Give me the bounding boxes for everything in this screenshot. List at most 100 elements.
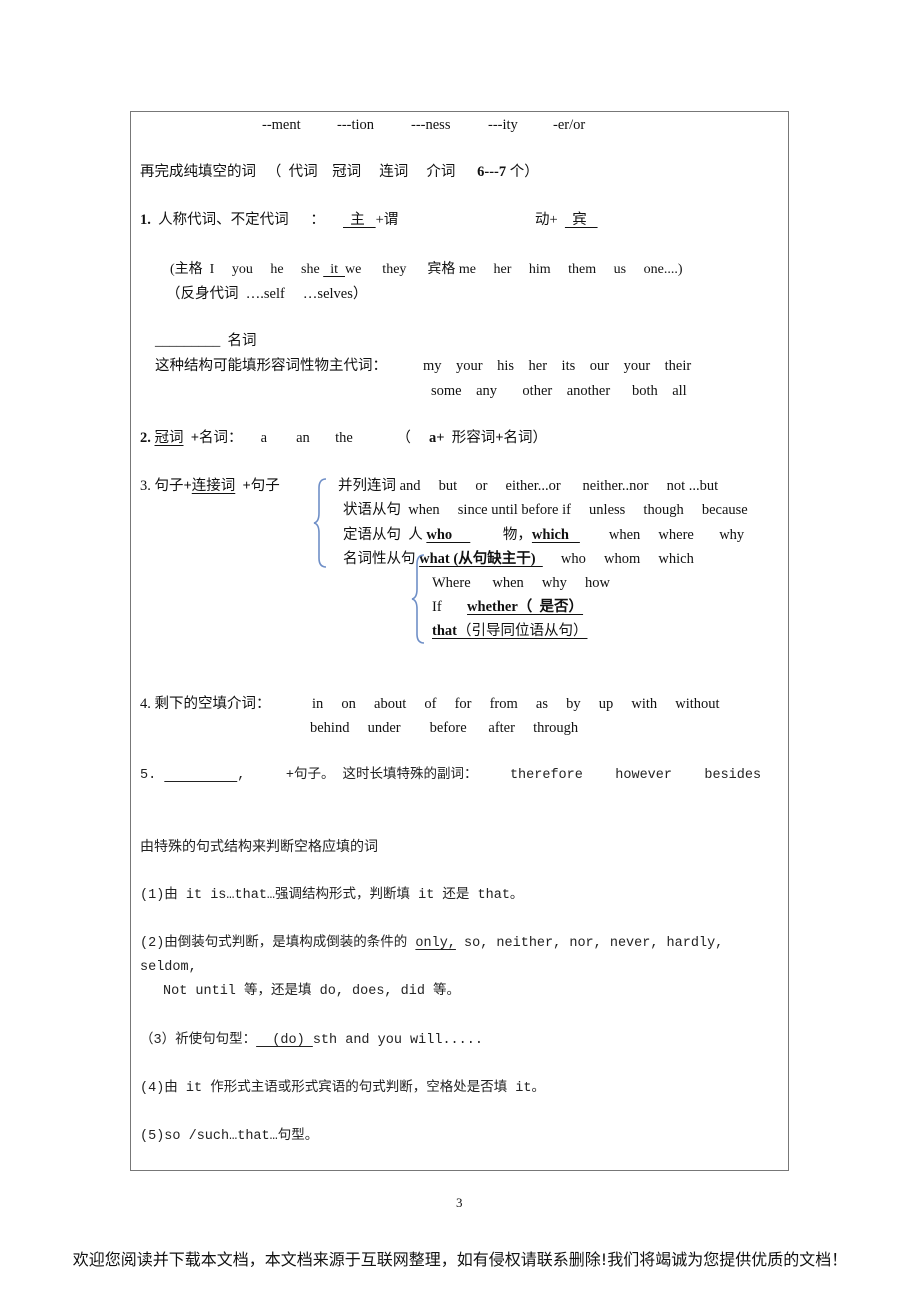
text-segment: Not until 等，还是填 do, does, did 等。 <box>163 984 461 999</box>
text-segment: it <box>323 262 345 277</box>
rule-5: (5)so /such…that…句型。 <box>140 1128 318 1146</box>
reflexive-pronouns: （反身代词 ….self …selves） <box>166 285 367 303</box>
text-segment: 状语从句 when since until before if unless t… <box>343 502 748 518</box>
text-segment: 句子 <box>250 478 280 494</box>
text-segment: (do) <box>256 1033 313 1048</box>
text-segment: , +句子。 这时长填特殊的副词： therefore however besi… <box>237 768 762 783</box>
brace-icon <box>411 554 425 644</box>
text-segment: 名词） <box>503 430 548 446</box>
text-segment: only, <box>415 936 456 951</box>
text-segment: +谓 <box>375 212 399 228</box>
text-segment: we they 宾格 me her him them us one....) <box>344 262 683 277</box>
text-segment: + <box>495 430 504 446</box>
text-segment: a+ <box>428 430 445 446</box>
text-segment: whether（ 是否） <box>467 599 584 615</box>
possessive-list: my your his her its our your their <box>423 357 691 375</box>
text-segment: who whom which <box>542 551 694 567</box>
text-segment: 4. 剩下的空填介词： <box>140 696 271 712</box>
text-segment: 定语从句 人 <box>343 527 427 543</box>
text-segment: 这种结构可能填形容词性物主代词： <box>155 358 387 374</box>
text-segment: 由特殊的句式结构来判断空格应填的词 <box>140 840 378 856</box>
text-segment: _________ <box>155 333 224 349</box>
possessive-note: 这种结构可能填形容词性物主代词： <box>155 357 387 375</box>
text-segment: 名词： a an the （ <box>199 430 429 446</box>
text-segment: 名词 <box>223 333 257 349</box>
suffix-er-or: -er/or <box>553 117 586 133</box>
brace-icon <box>313 478 327 568</box>
indefinite-list: some any other another both all <box>431 382 687 400</box>
adverbial-clause: 状语从句 when since until before if unless t… <box>343 501 748 519</box>
nominal-where: Where when why how <box>432 574 610 592</box>
text-segment: behind under before after through <box>310 720 579 736</box>
text-segment: in on about of for from as by up with wi… <box>312 696 720 712</box>
text-segment: so, neither, nor, never, hardly, <box>455 936 724 951</box>
item-1-pronouns: 1. 人称代词、不定代词 ： 主 +谓 <box>140 211 398 229</box>
text-segment: what (从句缺主干) <box>419 551 543 567</box>
text-segment: sth and you will..... <box>312 1033 483 1048</box>
text-segment: + <box>190 430 200 446</box>
text-segment <box>164 768 237 783</box>
text-segment: 6---7 <box>477 164 507 180</box>
rule-2: (2)由倒装句式判断，是填构成倒装的条件的 only, so, neither,… <box>140 935 723 953</box>
item-5-adverbs: 5. , +句子。 这时长填特殊的副词： therefore however b… <box>140 767 761 785</box>
text-segment: 3. 句子 <box>140 478 184 494</box>
text-segment: 连接词 <box>191 478 236 494</box>
text-segment: (主格 I you he she <box>170 262 324 277</box>
text-segment: （引导同位语从句） <box>456 623 588 639</box>
text-segment: when where why <box>579 527 745 543</box>
coordinating-conjunctions: 并列连词 and but or either...or neither..nor… <box>338 477 718 495</box>
section-heading-special-structures: 由特殊的句式结构来判断空格应填的词 <box>140 839 378 857</box>
text-segment: 人称代词、不定代词 ： <box>150 212 343 228</box>
text-segment: (4)由 it 作形式主语或形式宾语的句式判断，空格处是否填 it。 <box>140 1081 546 1096</box>
blank-noun: _________ 名词 <box>155 332 257 350</box>
nominal-whether: If whether（ 是否） <box>432 598 583 616</box>
section-heading-pure-fill: 再完成纯填空的词 （ 代词 冠词 连词 介词 6---7 个） <box>140 163 539 181</box>
item-3-conjunctions: 3. 句子+连接词 +句子 <box>140 477 280 495</box>
text-segment: (5)so /such…that…句型。 <box>140 1129 319 1144</box>
text-segment: 冠词 <box>154 430 184 446</box>
text-segment: 再完成纯填空的词 （ 代词 冠词 连词 介词 <box>140 164 478 180</box>
text-segment: 形容词 <box>444 430 496 446</box>
rule-2-not-until: Not until 等，还是填 do, does, did 等。 <box>163 983 460 1001</box>
text-segment: 宾 <box>564 212 598 228</box>
text-segment: 1. <box>140 212 151 228</box>
text-segment <box>184 430 191 446</box>
text-segment: seldom, <box>140 960 197 975</box>
pronoun-cases: (主格 I you he she it we they 宾格 me her hi… <box>170 261 683 279</box>
text-segment: (2)由倒装句式判断，是填构成倒装的条件的 <box>140 936 416 951</box>
attributive-clause: 定语从句 人 who 物，which when where why <box>343 526 744 544</box>
text-segment: that <box>432 623 457 639</box>
text-segment: 个） <box>506 164 539 180</box>
text-segment: some any other another both all <box>431 383 687 399</box>
text-segment: (1)由 it is…that…强调结构形式，判断填 it 还是 that。 <box>140 888 524 903</box>
text-segment: 名词性从句 <box>343 551 420 567</box>
preposition-list: in on about of for from as by up with wi… <box>312 695 720 713</box>
suffix-ment: --ment <box>262 117 301 133</box>
preposition-list-2: behind under before after through <box>310 719 578 737</box>
text-segment: （3）祈使句句型： <box>140 1033 257 1048</box>
text-segment: which <box>531 527 580 543</box>
suffix-ity: ---ity <box>488 117 518 133</box>
item-1-object: 动+ 宾 <box>535 211 598 229</box>
rule-2-cont: seldom, <box>140 959 197 977</box>
text-segment: + <box>183 478 192 494</box>
text-segment <box>235 478 242 494</box>
text-segment: Where when why how <box>432 575 610 591</box>
rule-1: (1)由 it is…that…强调结构形式，判断填 it 还是 that。 <box>140 887 523 905</box>
rule-4: (4)由 it 作形式主语或形式宾语的句式判断，空格处是否填 it。 <box>140 1080 545 1098</box>
rule-3: （3）祈使句句型： (do) sth and you will..... <box>140 1032 483 1050</box>
text-segment: my your his her its our your their <box>423 358 692 374</box>
item-2-articles: 2. 冠词 +名词： a an the （ a+ 形容词+名词） <box>140 429 547 447</box>
footer-notice: 欢迎您阅读并下载本文档，本文档来源于互联网整理，如有侵权请联系删除!我们将竭诚为… <box>72 1250 848 1269</box>
nominal-clause: 名词性从句 what (从句缺主干) who whom which <box>343 550 694 568</box>
text-segment: who <box>426 527 471 543</box>
text-segment: 2. <box>140 430 151 446</box>
text-segment: 并列连词 and but or either...or neither..nor… <box>338 478 719 494</box>
text-segment: + <box>242 478 251 494</box>
nominal-that: that（引导同位语从句） <box>432 622 587 640</box>
text-segment: 动+ <box>535 212 565 228</box>
suffix-tion: ---tion <box>337 117 375 133</box>
text-segment: （反身代词 ….self …selves） <box>166 286 368 302</box>
text-segment: 物， <box>470 527 532 543</box>
page-number: 3 <box>456 1195 463 1210</box>
